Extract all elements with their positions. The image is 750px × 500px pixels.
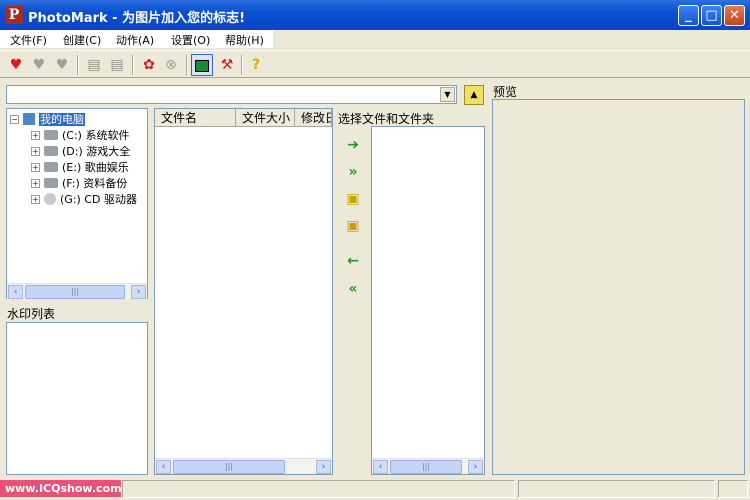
file-list[interactable]: 文件名 文件大小 修改日 ‹ ||| › xyxy=(154,108,333,475)
chevron-down-icon[interactable]: ▼ xyxy=(440,87,455,102)
column-header-filesize[interactable]: 文件大小 xyxy=(236,109,295,127)
documents-icon[interactable]: ▤ xyxy=(106,54,128,76)
toolbar-separator xyxy=(186,55,188,75)
help-icon[interactable]: ? xyxy=(245,54,267,76)
selected-hscrollbar[interactable]: ‹ ||| › xyxy=(372,458,484,474)
preview-title: 预览 xyxy=(493,85,518,99)
scroll-right-icon[interactable]: › xyxy=(131,285,146,299)
expand-icon[interactable]: + xyxy=(31,146,40,156)
add-folder-button[interactable]: ▣ xyxy=(344,192,362,206)
heart-add-icon[interactable]: ♥ xyxy=(28,54,50,76)
add-subfolder-button[interactable]: ▣ xyxy=(344,219,362,233)
drive-icon xyxy=(44,130,58,140)
remove-all-button[interactable]: « xyxy=(344,282,362,296)
path-combobox[interactable]: ▼ xyxy=(6,85,457,104)
menu-help[interactable]: 帮助(H) xyxy=(225,32,264,48)
watermark-list[interactable] xyxy=(6,322,148,475)
expand-icon[interactable]: + xyxy=(31,130,40,140)
status-cell xyxy=(518,480,715,498)
minimize-button[interactable]: _ xyxy=(678,5,699,26)
tree-item-label: (D:) 游戏大全 xyxy=(62,145,131,158)
expand-icon[interactable]: + xyxy=(31,194,40,204)
collapse-icon[interactable]: − xyxy=(10,114,19,124)
remove-selected-button[interactable]: ← xyxy=(344,254,362,268)
selected-files-list[interactable]: ‹ ||| › xyxy=(371,126,485,475)
menu-create[interactable]: 创建(C) xyxy=(63,32,101,48)
scroll-thumb[interactable]: ||| xyxy=(25,285,125,299)
scroll-right-icon[interactable]: › xyxy=(468,460,483,474)
tree-root-label: 我的电脑 xyxy=(39,113,85,126)
column-header-modified[interactable]: 修改日 xyxy=(295,109,332,127)
document-icon[interactable]: ▤ xyxy=(83,54,105,76)
tree-item-label: (F:) 资料备份 xyxy=(62,177,128,190)
status-cell xyxy=(122,480,515,498)
expand-icon[interactable]: + xyxy=(31,178,40,188)
scroll-right-icon[interactable]: › xyxy=(316,460,331,474)
tree-item-label: (G:) CD 驱动器 xyxy=(60,193,137,206)
window-title: PhotoMark - 为图片加入您的标志! xyxy=(28,11,246,26)
tree-item-drive-e[interactable]: + (E:) 歌曲娱乐 xyxy=(31,159,129,175)
title-bar[interactable]: P PhotoMark - 为图片加入您的标志! _ □ ✕ xyxy=(0,0,750,30)
tree-item-drive-f[interactable]: + (F:) 资料备份 xyxy=(31,175,127,191)
drive-icon xyxy=(44,162,58,172)
tree-item-label: (E:) 歌曲娱乐 xyxy=(62,161,129,174)
folder-tree[interactable]: − 我的电脑 + (C:) 系统软件 + (D:) 游戏大全 + (E:) 歌曲娱乐 +… xyxy=(6,108,148,299)
status-cell xyxy=(718,480,748,498)
watermark-list-title: 水印列表 xyxy=(7,307,56,321)
scroll-left-icon[interactable]: ‹ xyxy=(373,460,388,474)
menu-action[interactable]: 动作(A) xyxy=(116,32,154,48)
heart-icon[interactable]: ♥ xyxy=(5,54,27,76)
menu-file[interactable]: 文件(F) xyxy=(10,32,47,48)
scroll-thumb[interactable]: ||| xyxy=(390,460,462,474)
expand-icon[interactable]: + xyxy=(31,162,40,172)
toolbar-separator xyxy=(241,55,243,75)
image-icon[interactable] xyxy=(191,54,213,76)
tree-root[interactable]: − 我的电脑 xyxy=(10,111,85,127)
menu-bar: 文件(F) 创建(C) 动作(A) 设置(O) 帮助(H) xyxy=(0,30,273,48)
folder-up-button[interactable]: ▲ xyxy=(464,85,484,105)
cd-drive-icon xyxy=(44,193,56,205)
app-icon: P xyxy=(5,6,23,24)
add-selected-button[interactable]: ➔ xyxy=(344,138,362,152)
heart-remove-icon[interactable]: ♥ xyxy=(51,54,73,76)
file-list-hscrollbar[interactable]: ‹ ||| › xyxy=(155,458,332,474)
watermark-text: www.ICQshow.com xyxy=(0,480,122,497)
toolbar-separator xyxy=(77,55,79,75)
scroll-left-icon[interactable]: ‹ xyxy=(156,460,171,474)
scroll-thumb[interactable]: ||| xyxy=(173,460,285,474)
tools-icon[interactable]: ⚒ xyxy=(216,54,238,76)
selection-title: 选择文件和文件夹 xyxy=(338,112,435,126)
tree-item-drive-c[interactable]: + (C:) 系统软件 xyxy=(31,127,129,143)
drive-icon xyxy=(44,146,58,156)
refresh-icon[interactable]: ✿ xyxy=(138,54,160,76)
computer-icon xyxy=(23,113,35,125)
tree-item-drive-g[interactable]: + (G:) CD 驱动器 xyxy=(31,191,137,207)
tree-item-drive-d[interactable]: + (D:) 游戏大全 xyxy=(31,143,130,159)
preview-pane xyxy=(492,99,745,475)
add-all-button[interactable]: » xyxy=(344,165,362,179)
tree-item-label: (C:) 系统软件 xyxy=(62,129,130,142)
maximize-button[interactable]: □ xyxy=(701,5,722,26)
drive-icon xyxy=(44,178,58,188)
toolbar-separator xyxy=(132,55,134,75)
toolbar: ♥ ♥ ♥ ▤ ▤ ✿ ⊗ ⚒ ? xyxy=(0,50,750,78)
close-button[interactable]: ✕ xyxy=(724,5,745,26)
tree-hscrollbar[interactable]: ‹ ||| › xyxy=(7,283,147,299)
column-header-filename[interactable]: 文件名 xyxy=(155,109,236,127)
menu-settings[interactable]: 设置(O) xyxy=(171,32,210,48)
stop-icon[interactable]: ⊗ xyxy=(160,54,182,76)
scroll-left-icon[interactable]: ‹ xyxy=(8,285,23,299)
